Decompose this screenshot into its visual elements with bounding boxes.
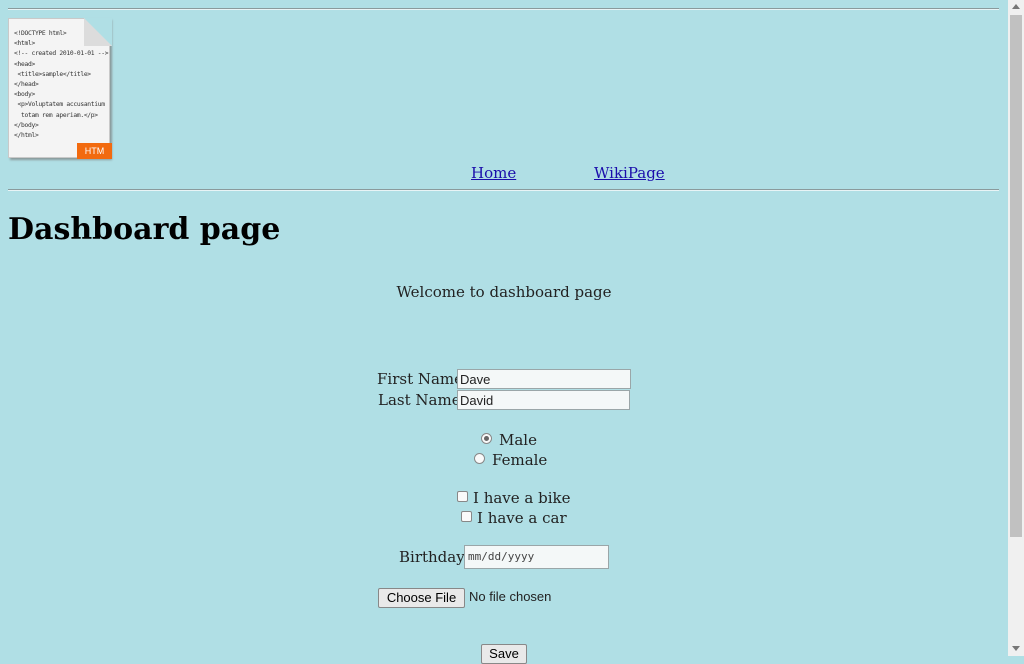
nav-divider	[8, 189, 999, 191]
scrollbar-thumb[interactable]	[1010, 15, 1022, 537]
save-button[interactable]: Save	[481, 644, 527, 664]
scroll-up-arrow-icon[interactable]	[1012, 4, 1020, 9]
top-divider	[8, 8, 999, 10]
last-name-input[interactable]	[457, 390, 630, 410]
page-title: Dashboard page	[8, 212, 281, 247]
first-name-input[interactable]	[457, 369, 631, 389]
scroll-down-arrow-icon[interactable]	[1012, 646, 1020, 651]
vertical-scrollbar[interactable]	[1008, 0, 1024, 656]
bike-checkbox[interactable]	[457, 491, 468, 502]
first-name-label: First Name:	[377, 370, 469, 388]
no-file-chosen-text: No file chosen	[469, 589, 552, 604]
nav-wikipage-link[interactable]: WikiPage	[594, 164, 665, 182]
gender-male-radio[interactable]	[481, 433, 492, 444]
logo-tag: HTM	[77, 143, 112, 159]
gender-female-label: Female	[492, 451, 548, 469]
car-checkbox[interactable]	[461, 511, 472, 522]
gender-male-label: Male	[499, 431, 537, 449]
page: <!DOCTYPE html> <html> <!-- created 2010…	[0, 0, 1008, 664]
birthday-label: Birthday:	[399, 548, 470, 566]
gender-female-radio[interactable]	[474, 453, 485, 464]
birthday-date-input[interactable]: mm/dd/yyyy	[464, 545, 609, 569]
html-file-logo: <!DOCTYPE html> <html> <!-- created 2010…	[8, 18, 112, 160]
choose-file-button[interactable]: Choose File	[378, 588, 465, 608]
nav-home-link[interactable]: Home	[471, 164, 516, 182]
welcome-text: Welcome to dashboard page	[396, 283, 612, 301]
last-name-label: Last Name:	[378, 391, 466, 409]
bike-label: I have a bike	[473, 489, 571, 507]
car-label: I have a car	[477, 509, 567, 527]
logo-page-fold	[84, 18, 112, 46]
